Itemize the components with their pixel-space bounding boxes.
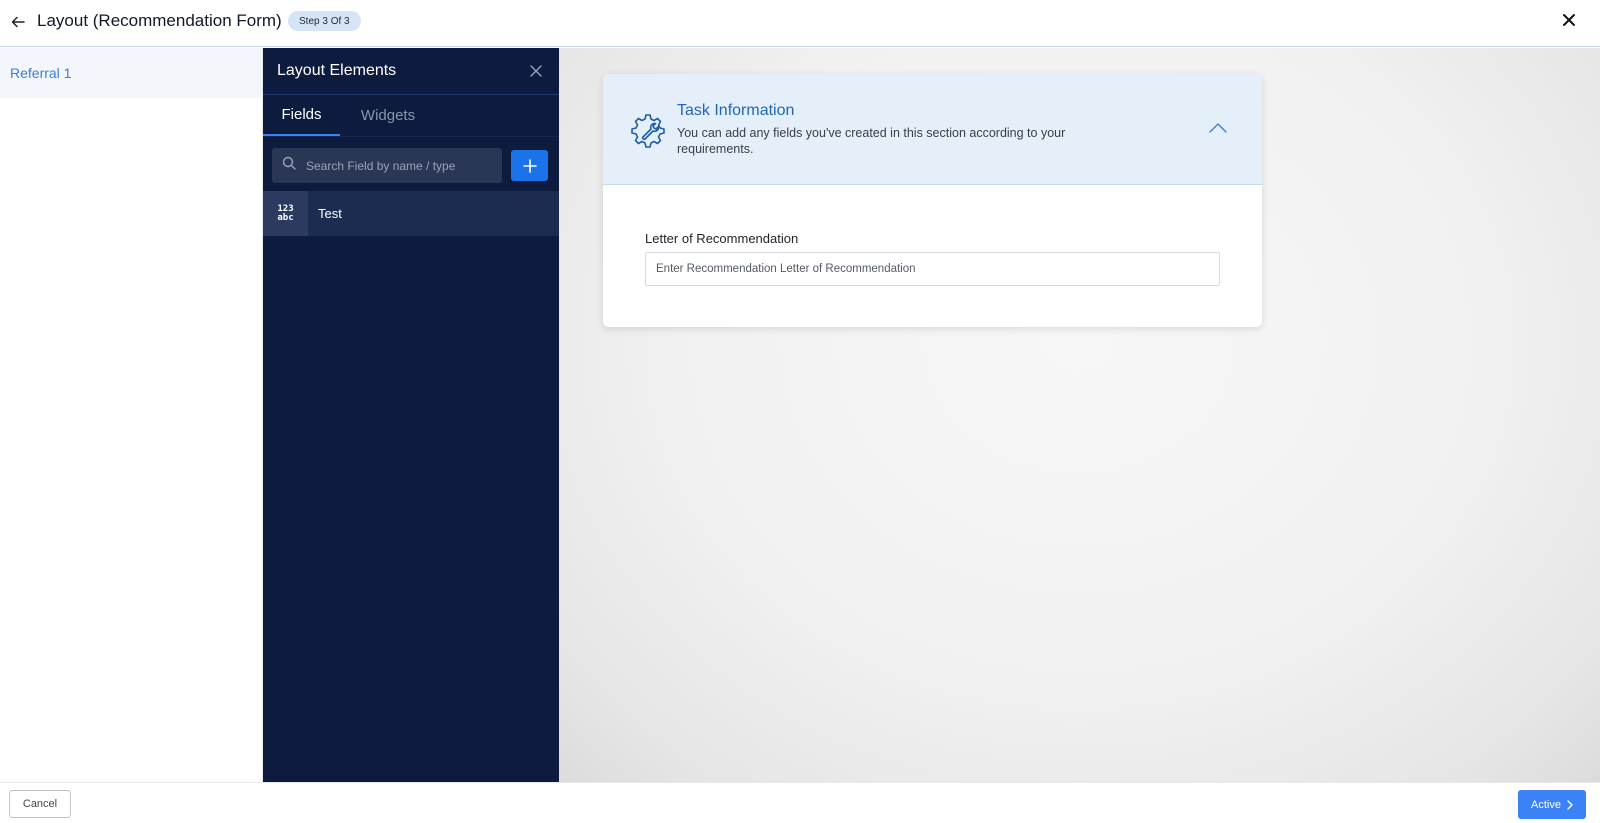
step-badge: Step 3 Of 3 <box>288 11 361 31</box>
field-item-test[interactable]: 123 abc Test <box>263 191 559 236</box>
back-arrow-icon[interactable] <box>6 10 30 34</box>
chevron-right-icon <box>1567 799 1573 810</box>
panel-close-icon[interactable] <box>527 62 545 80</box>
chevron-up-icon[interactable] <box>1208 121 1228 135</box>
text-number-icon: 123 abc <box>263 191 308 236</box>
top-header: Layout (Recommendation Form) Step 3 Of 3 <box>0 0 1600 47</box>
active-button-label: Active <box>1531 798 1561 811</box>
cancel-button[interactable]: Cancel <box>9 790 71 818</box>
section-header[interactable]: Task Information You can add any fields … <box>603 74 1262 185</box>
search-input[interactable] <box>306 158 486 173</box>
field-item-label: Test <box>318 206 342 221</box>
layout-canvas: Task Information You can add any fields … <box>559 48 1600 782</box>
icon-text-bottom: abc <box>277 212 294 223</box>
sidebar-item-label: Referral 1 <box>10 65 72 81</box>
field-label: Letter of Recommendation <box>645 231 799 246</box>
close-icon[interactable] <box>1558 9 1580 31</box>
layout-elements-panel: Layout Elements Fields Widgets 123 abc T… <box>263 48 559 782</box>
panel-title: Layout Elements <box>277 62 397 79</box>
tab-fields[interactable]: Fields <box>263 95 340 136</box>
search-box <box>272 148 502 183</box>
footer-bar: Cancel Active <box>0 782 1600 823</box>
gear-wrench-icon <box>629 111 669 151</box>
plus-icon <box>522 158 537 173</box>
letter-of-recommendation-input[interactable] <box>645 252 1220 286</box>
add-field-button[interactable] <box>511 150 548 181</box>
section-title: Task Information <box>677 102 795 119</box>
search-row <box>272 148 554 184</box>
search-icon <box>282 156 296 175</box>
section-card: Task Information You can add any fields … <box>603 74 1262 327</box>
panel-header: Layout Elements <box>263 48 559 95</box>
left-sidebar: Referral 1 <box>0 48 263 782</box>
active-button[interactable]: Active <box>1518 790 1586 819</box>
form-field-letter-of-recommendation: Letter of Recommendation <box>645 231 1220 286</box>
tab-widgets[interactable]: Widgets <box>340 95 436 136</box>
page-title: Layout (Recommendation Form) <box>37 11 282 30</box>
sidebar-item-referral-1[interactable]: Referral 1 <box>0 48 262 98</box>
panel-tabs: Fields Widgets <box>263 95 559 137</box>
section-description: You can add any fields you've created in… <box>677 126 1066 156</box>
